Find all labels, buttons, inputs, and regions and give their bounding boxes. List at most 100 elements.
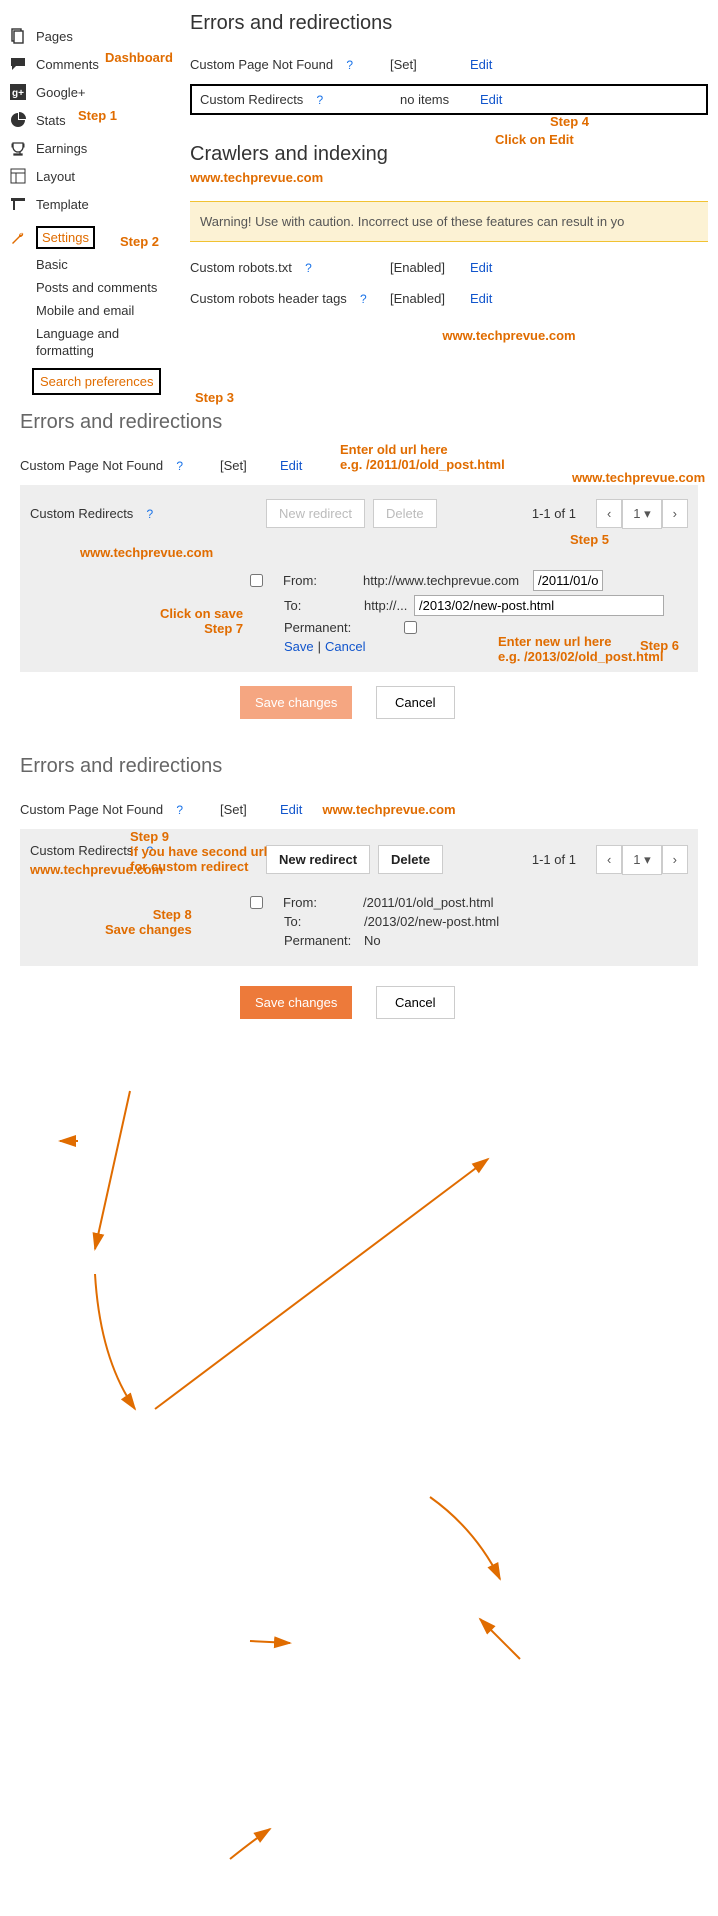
- row-robotsheader: Custom robots header tags ? [Enabled] Ed…: [190, 283, 708, 314]
- status-set: [Set]: [220, 458, 280, 473]
- edit-link-cr[interactable]: Edit: [480, 92, 502, 107]
- sidebar-label: Layout: [36, 169, 75, 184]
- stats-icon: [8, 110, 28, 130]
- redirects-gray-box: Custom Redirects ? www.techprevue.com Ne…: [20, 829, 698, 966]
- to-base-url: http://...: [364, 598, 414, 613]
- form-row-permanent: Permanent:: [250, 620, 688, 635]
- new-redirect-button[interactable]: New redirect: [266, 845, 370, 874]
- main-top: Errors and redirections Custom Page Not …: [190, 12, 718, 343]
- watermark: www.techprevue.com: [80, 545, 688, 560]
- sidebar-sub-language[interactable]: Language and formatting: [8, 322, 180, 364]
- svg-text:g+: g+: [12, 88, 24, 99]
- toolbar: Custom Redirects ? www.techprevue.com Ne…: [30, 843, 688, 877]
- sidebar-sub-basic[interactable]: Basic: [8, 253, 180, 276]
- sidebar-item-stats[interactable]: Stats: [8, 106, 180, 134]
- page-dropdown[interactable]: 1 ▾: [622, 845, 661, 875]
- label-cr: Custom Redirects: [30, 506, 133, 521]
- sidebar-label: Earnings: [36, 141, 87, 156]
- section-crawlers-title: Crawlers and indexing: [190, 143, 708, 166]
- sidebar-item-layout[interactable]: Layout: [8, 162, 180, 190]
- help-icon[interactable]: ?: [346, 58, 353, 72]
- help-icon[interactable]: ?: [147, 844, 154, 858]
- sidebar-item-googleplus[interactable]: g+ Google+: [8, 78, 180, 106]
- edit-link-cpnf[interactable]: Edit: [470, 57, 492, 72]
- save-changes-button[interactable]: Save changes: [240, 986, 352, 1019]
- from-value: /2011/01/old_post.html: [363, 895, 494, 910]
- sidebar-item-pages[interactable]: Pages: [8, 22, 180, 50]
- watermark: www.techprevue.com: [322, 802, 455, 817]
- label-cr: Custom Redirects: [30, 843, 133, 858]
- new-redirect-button[interactable]: New redirect: [266, 499, 365, 528]
- next-button[interactable]: ›: [662, 845, 688, 874]
- delete-button[interactable]: Delete: [378, 845, 443, 874]
- sidebar-sub-search-prefs[interactable]: Search preferences: [32, 368, 161, 395]
- form-row-permanent: Permanent: No: [250, 933, 688, 948]
- sidebar-sub-mobile[interactable]: Mobile and email: [8, 299, 180, 322]
- status-enabled: [Enabled]: [390, 291, 470, 306]
- delete-button[interactable]: Delete: [373, 499, 437, 528]
- template-icon: [8, 194, 28, 214]
- watermark: www.techprevue.com: [30, 862, 210, 877]
- prev-button[interactable]: ‹: [596, 845, 622, 874]
- pager: ‹ 1 ▾ ›: [596, 845, 688, 875]
- to-input[interactable]: [414, 595, 664, 616]
- permanent-checkbox[interactable]: [404, 621, 417, 634]
- edit-link-robotstxt[interactable]: Edit: [470, 260, 492, 275]
- row-cpnf: Custom Page Not Found ? [Set] Edit: [190, 49, 708, 80]
- googleplus-icon: g+: [8, 82, 28, 102]
- save-changes-button[interactable]: Save changes: [240, 686, 352, 719]
- label-to: To:: [284, 598, 364, 613]
- panel1-title: Errors and redirections: [20, 411, 698, 434]
- cancel-link[interactable]: Cancel: [325, 639, 365, 654]
- from-base-url: http://www.techprevue.com: [363, 573, 533, 588]
- panel-redirect-form: Errors and redirections Custom Page Not …: [0, 395, 718, 739]
- label-from: From:: [283, 895, 363, 910]
- help-icon[interactable]: ?: [360, 292, 367, 306]
- layout-icon: [8, 166, 28, 186]
- page-dropdown[interactable]: 1 ▾: [622, 499, 661, 529]
- next-button[interactable]: ›: [662, 499, 688, 528]
- edit-link[interactable]: Edit: [280, 458, 302, 473]
- edit-link[interactable]: Edit: [280, 802, 302, 817]
- status-set: [Set]: [390, 57, 470, 72]
- sidebar-item-comments[interactable]: Comments: [8, 50, 180, 78]
- panel2-title: Errors and redirections: [20, 755, 698, 778]
- cancel-button[interactable]: Cancel: [376, 986, 454, 1019]
- warning-bar: Warning! Use with caution. Incorrect use…: [190, 201, 708, 242]
- row-checkbox[interactable]: [250, 896, 263, 909]
- status-set: [Set]: [220, 802, 280, 817]
- help-icon[interactable]: ?: [317, 93, 324, 107]
- prev-button[interactable]: ‹: [596, 499, 622, 528]
- row-robotstxt: Custom robots.txt ? [Enabled] Edit: [190, 252, 708, 283]
- to-value: /2013/02/new-post.html: [364, 914, 499, 929]
- sidebar-item-template[interactable]: Template: [8, 190, 180, 218]
- sidebar: Pages Comments g+ Google+ Stats Earnings…: [0, 12, 180, 395]
- label-cr: Custom Redirects: [200, 92, 303, 107]
- help-icon[interactable]: ?: [305, 261, 312, 275]
- sidebar-item-settings[interactable]: Settings: [8, 222, 180, 253]
- label-robotstxt: Custom robots.txt: [190, 260, 292, 275]
- pages-icon: [8, 26, 28, 46]
- sidebar-item-earnings[interactable]: Earnings: [8, 134, 180, 162]
- from-input[interactable]: [533, 570, 603, 591]
- label-cpnf: Custom Page Not Found: [190, 57, 333, 72]
- sidebar-label: Google+: [36, 85, 86, 100]
- save-link[interactable]: Save: [284, 639, 314, 654]
- help-icon[interactable]: ?: [147, 507, 154, 521]
- help-icon[interactable]: ?: [176, 803, 183, 817]
- label-permanent: Permanent:: [284, 620, 364, 635]
- status-noitems: no items: [400, 92, 480, 107]
- label-permanent: Permanent:: [284, 933, 364, 948]
- pager: ‹ 1 ▾ ›: [596, 499, 688, 529]
- label-from: From:: [283, 573, 363, 588]
- sidebar-label: Pages: [36, 29, 73, 44]
- label-cpnf: Custom Page Not Found: [20, 458, 163, 473]
- help-icon[interactable]: ?: [176, 459, 183, 473]
- form-row-from: From: http://www.techprevue.com: [250, 570, 688, 591]
- cancel-button[interactable]: Cancel: [376, 686, 454, 719]
- watermark: www.techprevue.com: [310, 328, 708, 343]
- form-row-actions: Save | Cancel: [250, 639, 688, 654]
- sidebar-sub-posts[interactable]: Posts and comments: [8, 276, 180, 299]
- edit-link-robotsheader[interactable]: Edit: [470, 291, 492, 306]
- row-checkbox[interactable]: [250, 574, 263, 587]
